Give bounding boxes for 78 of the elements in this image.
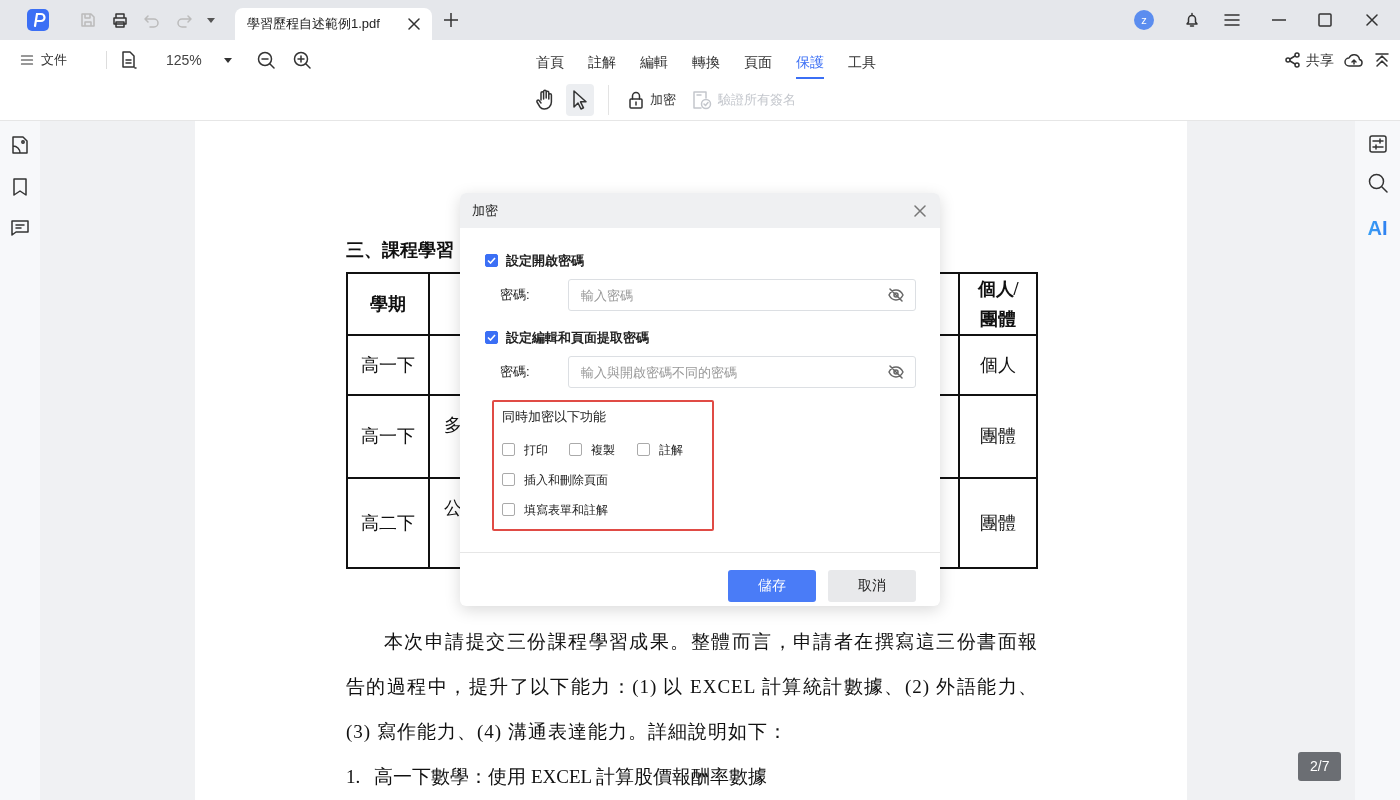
menu-icon — [20, 54, 34, 66]
pointer-icon — [571, 89, 589, 111]
menu-tab[interactable]: 工具 — [848, 46, 876, 79]
zoom-out-icon[interactable] — [257, 51, 275, 69]
app-logo — [27, 9, 49, 31]
checkbox[interactable] — [636, 443, 650, 456]
file-tab-title: 學習歷程自述範例1.pdf — [247, 15, 380, 34]
menu-tab[interactable]: 註解 — [588, 46, 616, 79]
checkbox[interactable] — [502, 473, 515, 486]
zoom-in-icon[interactable] — [293, 51, 311, 69]
checkbox[interactable] — [502, 503, 515, 516]
file-tab[interactable]: 學習歷程自述範例1.pdf — [235, 8, 432, 40]
caret-icon — [224, 57, 232, 63]
lock-icon — [628, 91, 644, 109]
table-cell: 高二下 — [360, 512, 415, 533]
search-icon[interactable] — [1367, 173, 1388, 193]
table-cell: 個人 — [980, 354, 1017, 375]
page-indicator: 2/7 — [1298, 752, 1342, 781]
table-cell-text: 公 — [443, 497, 462, 520]
menu-tab[interactable]: 首頁 — [536, 46, 564, 79]
checkbox[interactable] — [485, 254, 498, 267]
close-tab-icon[interactable] — [408, 18, 420, 30]
checkbox-label: 設定編輯和頁面提取密碼 — [506, 328, 649, 347]
field-label: 密碼: — [499, 363, 531, 382]
caret-icon[interactable] — [207, 17, 215, 23]
checkbox-label: 打印 — [524, 441, 548, 459]
close-icon[interactable] — [1366, 14, 1378, 26]
cloud-upload-icon[interactable] — [1344, 52, 1364, 68]
section-heading: 三、課程學習 — [346, 239, 454, 262]
table-cell-text: 多 — [443, 414, 462, 437]
page-view-icon[interactable] — [121, 51, 137, 69]
password-field[interactable]: 輸入密碼 — [568, 279, 916, 311]
table-header: 個人/ 團體 — [977, 278, 1019, 331]
thumbnail-icon[interactable] — [11, 135, 29, 155]
share-button[interactable]: 共享 — [1285, 44, 1334, 76]
checkbox-label: 插入和刪除頁面 — [524, 471, 608, 489]
collapse-icon[interactable] — [1374, 52, 1390, 68]
document-check-icon — [692, 90, 712, 110]
select-tool-button[interactable] — [566, 84, 594, 116]
list-number: 1. — [346, 765, 361, 789]
cancel-button[interactable]: 取消 — [828, 569, 916, 602]
table-cell: 高一下 — [360, 354, 415, 375]
table-cell: 團體 — [980, 426, 1017, 446]
group-title: 同時加密以下功能 — [502, 408, 607, 426]
menu-tab[interactable]: 編輯 — [640, 46, 668, 79]
encrypt-button[interactable]: 加密 — [623, 84, 681, 116]
file-menu-button[interactable]: 文件 — [14, 44, 72, 76]
eye-slash-icon[interactable] — [888, 365, 904, 379]
checkbox-label: 註解 — [658, 441, 683, 459]
maximize-icon[interactable] — [1318, 13, 1332, 27]
checkbox-label: 設定開啟密碼 — [506, 251, 584, 270]
checkbox-label: 填寫表單和註解 — [524, 501, 608, 519]
eye-slash-icon[interactable] — [888, 288, 904, 302]
hand-icon — [535, 89, 555, 111]
bookmark-icon[interactable] — [12, 177, 28, 197]
zoom-select[interactable]: 125% — [157, 44, 237, 76]
password-field[interactable]: 輸入與開啟密碼不同的密碼 — [568, 356, 916, 388]
checkbox[interactable] — [569, 443, 583, 456]
checkbox-label: 複製 — [591, 441, 616, 459]
table-header: 學期 — [369, 293, 406, 314]
body-paragraph: 本次申請提交三份課程學習成果。整體而言，申請者在撰寫這三份書面報告的過程中，提升了以下能力：(1) 以 EXCEL 計算統計數據、(2) 外語能力、(3) 寫作能力、(4) 溝通表達能力。詳細說明如下： — [346, 630, 1038, 744]
field-label: 密碼: — [499, 286, 531, 305]
dialog-title: 加密 — [472, 201, 498, 220]
properties-icon[interactable] — [1368, 135, 1387, 153]
save-button[interactable]: 儲存 — [728, 569, 816, 602]
share-icon — [1285, 52, 1301, 68]
checkbox[interactable] — [485, 331, 498, 344]
table-cell: 團體 — [980, 512, 1017, 533]
bell-icon[interactable] — [1184, 12, 1200, 28]
checkbox[interactable] — [502, 443, 515, 456]
comment-icon[interactable] — [10, 219, 30, 237]
list-item-text: 高一下數學：使用 EXCEL 計算股價報酬率數據 — [374, 765, 768, 789]
menu-tab[interactable]: 轉換 — [692, 46, 720, 79]
print-icon[interactable] — [111, 11, 129, 29]
menu-tab[interactable]: 頁面 — [744, 46, 772, 79]
menu-icon[interactable] — [1224, 13, 1240, 27]
table-cell: 高一下 — [360, 426, 415, 446]
new-tab-icon[interactable] — [444, 13, 458, 27]
